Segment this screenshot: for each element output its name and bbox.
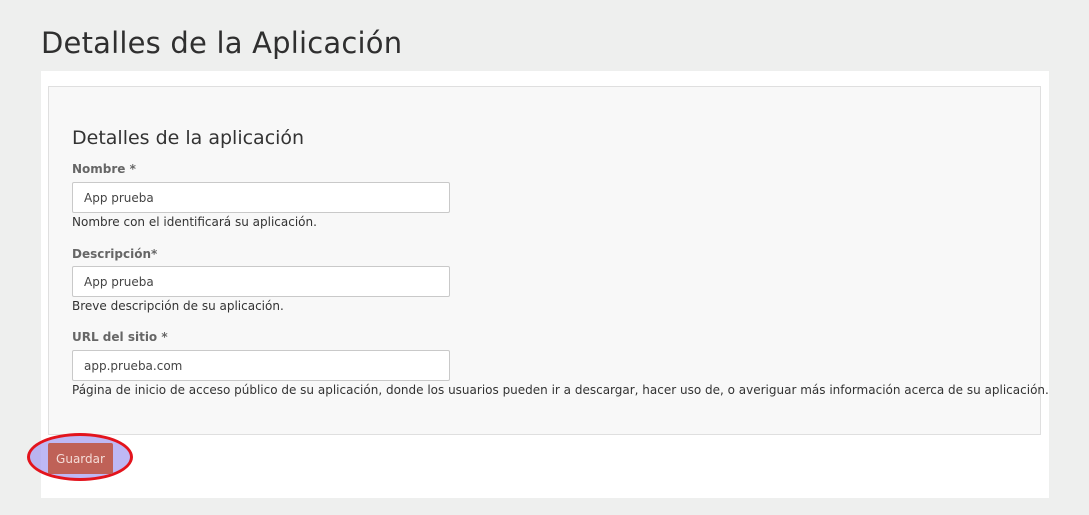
name-help-text: Nombre con el identificará su aplicación… bbox=[72, 215, 317, 229]
name-label: Nombre * bbox=[72, 162, 136, 176]
description-help-text: Breve descripción de su aplicación. bbox=[72, 299, 284, 313]
site-url-label: URL del sitio * bbox=[72, 330, 168, 344]
save-button[interactable]: Guardar bbox=[48, 443, 113, 474]
description-input[interactable] bbox=[72, 266, 450, 297]
site-url-help-text: Página de inicio de acceso público de su… bbox=[72, 383, 1049, 397]
name-input[interactable] bbox=[72, 182, 450, 213]
page-title: Detalles de la Aplicación bbox=[41, 26, 403, 60]
section-title: Detalles de la aplicación bbox=[72, 127, 305, 149]
description-label: Descripción* bbox=[72, 247, 158, 261]
site-url-input[interactable] bbox=[72, 350, 450, 381]
